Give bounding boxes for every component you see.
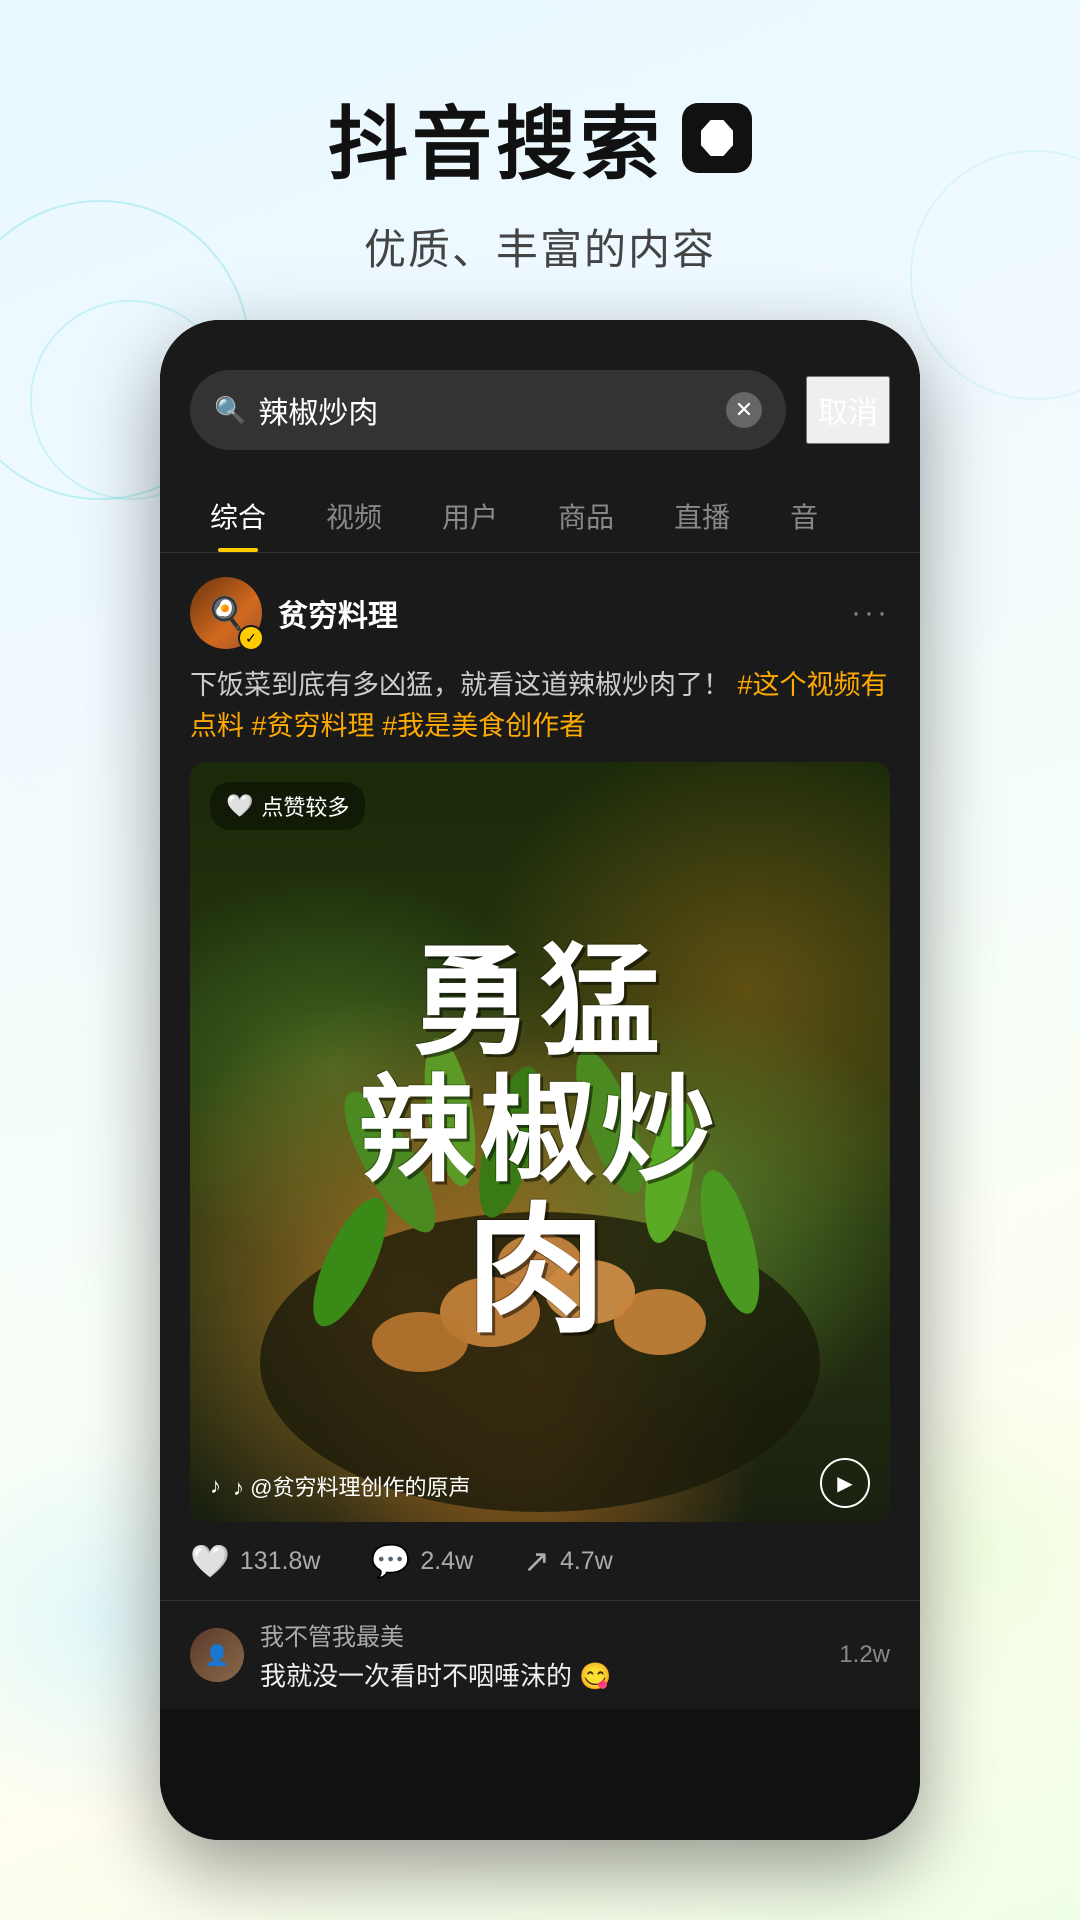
avatar-wrapper: 🍳 ✓	[190, 577, 262, 649]
video-title-overlay: 勇猛 辣椒炒 肉	[190, 762, 890, 1522]
tiktok-logo-icon: ♪	[682, 103, 752, 173]
app-title: 抖音搜索	[328, 80, 664, 196]
more-options-icon[interactable]: ···	[851, 596, 890, 630]
share-action-icon: ↗	[523, 1542, 550, 1580]
comment-avatar: 👤	[190, 1628, 244, 1682]
heart-icon: 🤍	[226, 793, 253, 819]
search-input-wrapper[interactable]: 🔍 辣椒炒肉 ✕	[190, 370, 786, 450]
music-icon: ♪	[210, 1473, 221, 1499]
tab-用户[interactable]: 用户	[412, 480, 528, 552]
video-text-line1: 勇猛	[412, 936, 668, 1068]
cancel-search-button[interactable]: 取消	[806, 376, 890, 444]
tab-label-商品: 商品	[558, 502, 614, 533]
action-bar: 🤍 131.8w 💬 2.4w ↗ 4.7w	[160, 1522, 920, 1600]
content-area: 🍳 ✓ 贫穷料理 ··· 下饭菜到底有多凶猛，就看这道辣椒炒肉了！ #这个视频有…	[160, 553, 920, 1709]
play-button[interactable]: ▶	[820, 1458, 870, 1508]
video-background: 勇猛 辣椒炒 肉	[190, 762, 890, 1522]
comment-action[interactable]: 💬 2.4w	[370, 1542, 473, 1580]
commenter-name: 我不管我最美	[260, 1617, 823, 1652]
tab-label-直播: 直播	[674, 502, 730, 533]
heart-action-icon: 🤍	[190, 1542, 230, 1580]
video-text-line3: 肉	[466, 1194, 614, 1348]
search-query: 辣椒炒肉	[258, 388, 714, 432]
tab-直播[interactable]: 直播	[644, 480, 760, 552]
hashtag-2[interactable]: #贫穷料理	[252, 711, 375, 741]
close-icon: ✕	[735, 397, 753, 423]
comment-action-icon: 💬	[370, 1542, 410, 1580]
commenter-username: 我不管我最美	[260, 1624, 404, 1651]
main-title-row: 抖音搜索 ♪	[0, 80, 1080, 196]
comment-like-count: 1.2w	[839, 1641, 890, 1669]
share-count: 4.7w	[560, 1547, 613, 1576]
video-thumbnail[interactable]: 勇猛 辣椒炒 肉 🤍 点赞较多 ♪ ♪ @贫穷料理创作的原声	[190, 762, 890, 1522]
subtitle: 优质、丰富的内容	[0, 216, 1080, 277]
tab-label-用户: 用户	[442, 502, 498, 533]
logo-symbol: ♪	[706, 117, 728, 159]
avatar-icon: 🍳	[206, 594, 246, 632]
tabs-area: 综合 视频 用户 商品 直播 音	[160, 470, 920, 553]
tab-音[interactable]: 音	[760, 480, 848, 552]
play-icon: ▶	[837, 1471, 852, 1496]
comment-count: 2.4w	[420, 1547, 473, 1576]
tab-label-音: 音	[790, 502, 818, 533]
like-count: 131.8w	[240, 1547, 321, 1576]
post-description: 下饭菜到底有多凶猛，就看这道辣椒炒肉了！ #这个视频有点料 #贫穷料理 #我是美…	[160, 665, 920, 762]
search-bar-area: 🔍 辣椒炒肉 ✕ 取消	[160, 320, 920, 470]
share-action[interactable]: ↗ 4.7w	[523, 1542, 613, 1580]
tab-label-综合: 综合	[210, 502, 266, 533]
phone-screen: 🔍 辣椒炒肉 ✕ 取消 综合 视频 用户	[160, 320, 920, 1840]
tab-视频[interactable]: 视频	[296, 480, 412, 552]
sound-text: ♪ @贫穷料理创作的原声	[233, 1470, 470, 1502]
creator-card: 🍳 ✓ 贫穷料理 ···	[160, 553, 920, 665]
video-text-line2: 辣椒炒	[358, 1068, 721, 1195]
commenter-avatar-icon: 👤	[205, 1643, 230, 1668]
sound-bar: ♪ ♪ @贫穷料理创作的原声	[210, 1470, 830, 1502]
likes-badge: 🤍 点赞较多	[210, 782, 365, 830]
like-action[interactable]: 🤍 131.8w	[190, 1542, 320, 1580]
creator-info: 🍳 ✓ 贫穷料理	[190, 577, 398, 649]
comment-content: 我不管我最美 我就没一次看时不咽唾沫的 😋	[260, 1617, 823, 1693]
tab-综合[interactable]: 综合	[180, 480, 296, 552]
creator-name: 贫穷料理	[278, 591, 398, 635]
hashtag-3[interactable]: #我是美食创作者	[382, 711, 586, 741]
phone-mockup: 🔍 辣椒炒肉 ✕ 取消 综合 视频 用户	[160, 320, 920, 1840]
tab-label-视频: 视频	[326, 502, 382, 533]
search-icon: 🔍	[214, 395, 246, 426]
header-section: 抖音搜索 ♪ 优质、丰富的内容	[0, 0, 1080, 317]
verified-badge: ✓	[238, 625, 264, 651]
comment-text: 我就没一次看时不咽唾沫的 😋	[260, 1656, 823, 1693]
comment-row: 👤 我不管我最美 我就没一次看时不咽唾沫的 😋 1.2w	[160, 1600, 920, 1709]
clear-search-button[interactable]: ✕	[726, 392, 762, 428]
likes-badge-text: 点赞较多	[261, 790, 349, 822]
phone-frame: 🔍 辣椒炒肉 ✕ 取消 综合 视频 用户	[160, 320, 920, 1840]
post-main-text: 下饭菜到底有多凶猛，就看这道辣椒炒肉了！	[190, 670, 730, 700]
tab-商品[interactable]: 商品	[528, 480, 644, 552]
